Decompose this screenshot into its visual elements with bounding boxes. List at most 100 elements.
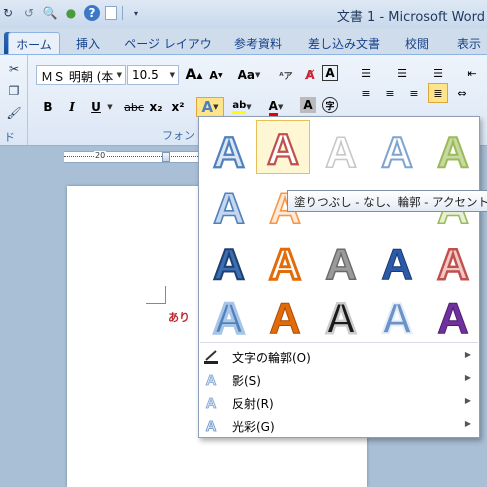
font-size-select[interactable]: 10.5 ▼ [127, 65, 179, 85]
subscript-button[interactable]: x₂ [146, 97, 166, 117]
chevron-down-icon: ▼ [116, 71, 122, 79]
indent-marker[interactable] [162, 152, 170, 162]
svg-text:A: A [206, 395, 217, 410]
underline-label: U [91, 100, 101, 114]
multilevel-list-icon[interactable]: ☰ [428, 63, 448, 83]
text-effect-button[interactable]: A ▼ [196, 97, 224, 117]
svg-text:A: A [325, 294, 357, 343]
justify-icon[interactable]: ≣ [428, 83, 448, 103]
menu-label-reflection: 反射(R) [232, 397, 274, 411]
char-border-icon[interactable]: A [322, 65, 338, 81]
tab-references[interactable]: 参考資料 [230, 32, 286, 54]
ruler-mark: 20 [94, 151, 107, 160]
underline-options-icon[interactable]: ▼ [104, 97, 116, 117]
submenu-arrow-icon: ▶ [464, 373, 471, 382]
globe-icon[interactable]: ● [63, 5, 79, 21]
superscript-button[interactable]: x² [168, 97, 188, 117]
qat-customize-icon[interactable]: ▾ [128, 5, 144, 21]
outline-pen-icon [203, 348, 219, 364]
shadow-icon: A [203, 371, 219, 387]
ruler-ticks [64, 156, 204, 159]
effect-orange-solid[interactable]: A [260, 288, 310, 344]
highlight-button[interactable]: ab ▼ [228, 97, 256, 117]
decrease-indent-icon[interactable]: ⇤ [462, 63, 482, 83]
effect-blue-soft[interactable]: A [204, 178, 254, 234]
svg-text:A: A [437, 240, 469, 289]
svg-text:A: A [213, 240, 245, 289]
bullets-icon[interactable]: ☰ [356, 63, 376, 83]
help-icon[interactable]: ? [84, 5, 100, 21]
bold-button[interactable]: B [38, 97, 58, 117]
menu-item-reflection[interactable]: A 反射(R) ▶ [199, 391, 479, 414]
submenu-arrow-icon: ▶ [464, 350, 471, 359]
enclose-char-button[interactable]: 字 [322, 97, 338, 113]
tab-insert[interactable]: 挿入 [70, 32, 106, 54]
cut-icon[interactable]: ✂ [6, 61, 22, 77]
effect-red-double[interactable]: A [428, 234, 478, 290]
align-center-icon[interactable]: ≡ [380, 83, 400, 103]
effect-blue-reflection[interactable]: A [372, 288, 422, 344]
copy-icon[interactable]: ❐ [6, 83, 22, 99]
effect-gray-outline[interactable]: A [316, 122, 366, 178]
effect-blue-solid[interactable]: A [372, 234, 422, 290]
shrink-font-icon: A [209, 68, 218, 82]
effect-orange-bevel[interactable]: A [260, 234, 310, 291]
glow-icon: A [203, 417, 219, 433]
effect-blue-glow[interactable]: A [204, 288, 254, 345]
font-name-select[interactable]: ＭＳ 明朝 (本 ▼ [36, 65, 126, 85]
menu-item-outline[interactable]: 文字の輪郭(O) ▶ [199, 345, 479, 368]
distributed-icon[interactable]: ⇔ [452, 83, 472, 103]
document-text[interactable]: あり [168, 309, 190, 325]
effect-blue-outline[interactable]: A [204, 122, 254, 178]
align-left-icon[interactable]: ≡ [356, 83, 376, 103]
grow-font-icon: A [185, 67, 197, 83]
highlight-icon: ab [232, 100, 247, 114]
menu-label-glow: 光彩(G) [232, 420, 275, 434]
grow-font-button[interactable]: A ▲ [184, 65, 204, 85]
change-case-icon: Aa [237, 68, 255, 82]
chevron-down-icon: ▼ [169, 71, 175, 79]
underline-button[interactable]: U [86, 97, 106, 117]
reflection-icon: A [203, 394, 219, 410]
effect-lightblue-outline[interactable]: A [372, 122, 422, 178]
phonetic-guide-icon[interactable]: ᴬア [276, 65, 296, 85]
svg-text:A: A [206, 418, 217, 433]
refresh-icon[interactable]: ↺ [21, 5, 37, 21]
new-doc-icon[interactable] [105, 6, 117, 20]
shrink-font-button[interactable]: A ▼ [206, 65, 226, 85]
char-shading-button[interactable]: A [300, 97, 316, 113]
effect-blue-bevel[interactable]: A [204, 234, 254, 290]
effect-green-fill[interactable]: A [428, 122, 478, 178]
print-preview-icon[interactable]: 🔍 [42, 5, 58, 21]
tab-view[interactable]: 表示 [452, 32, 486, 54]
format-painter-icon[interactable]: 🖌 [6, 105, 22, 121]
submenu-arrow-icon: ▶ [464, 419, 471, 428]
menu-item-glow[interactable]: A 光彩(G) ▶ [199, 414, 479, 437]
horizontal-ruler[interactable]: 20 [64, 151, 204, 163]
svg-text:A: A [213, 184, 245, 233]
effect-gray-gradient[interactable]: A [316, 234, 366, 290]
svg-text:A: A [437, 128, 469, 177]
menu-label-shadow: 影(S) [232, 374, 261, 388]
redo-icon[interactable]: ↻ [0, 5, 16, 21]
clear-format-icon[interactable]: A̸ [300, 65, 320, 85]
tab-review[interactable]: 校閲 [400, 32, 434, 54]
strikethrough-button[interactable]: abc [122, 97, 146, 117]
italic-button[interactable]: I [62, 97, 82, 117]
svg-text:A: A [325, 240, 357, 289]
effect-purple-solid[interactable]: A [428, 288, 478, 344]
effect-black-shadow[interactable]: A [316, 288, 366, 344]
numbering-icon[interactable]: ☰ [392, 63, 412, 83]
font-color-button[interactable]: A ▼ [262, 97, 290, 117]
svg-text:A: A [381, 294, 413, 343]
tab-home[interactable]: ホーム [8, 32, 60, 54]
align-right-icon[interactable]: ≡ [404, 83, 424, 103]
change-case-button[interactable]: Aa ▼ [234, 65, 264, 85]
tab-page-layout[interactable]: ページ レイアウト [124, 32, 212, 68]
font-color-icon: A [268, 99, 278, 116]
menu-item-shadow[interactable]: A 影(S) ▶ [199, 368, 479, 391]
effect-tooltip: 塗りつぶし - なし、輪郭 - アクセント 2 [287, 190, 487, 212]
tab-mailings[interactable]: 差し込み文書 [304, 32, 384, 54]
font-size-value: 10.5 [132, 68, 159, 82]
effect-red-outline[interactable]: A [256, 120, 310, 174]
